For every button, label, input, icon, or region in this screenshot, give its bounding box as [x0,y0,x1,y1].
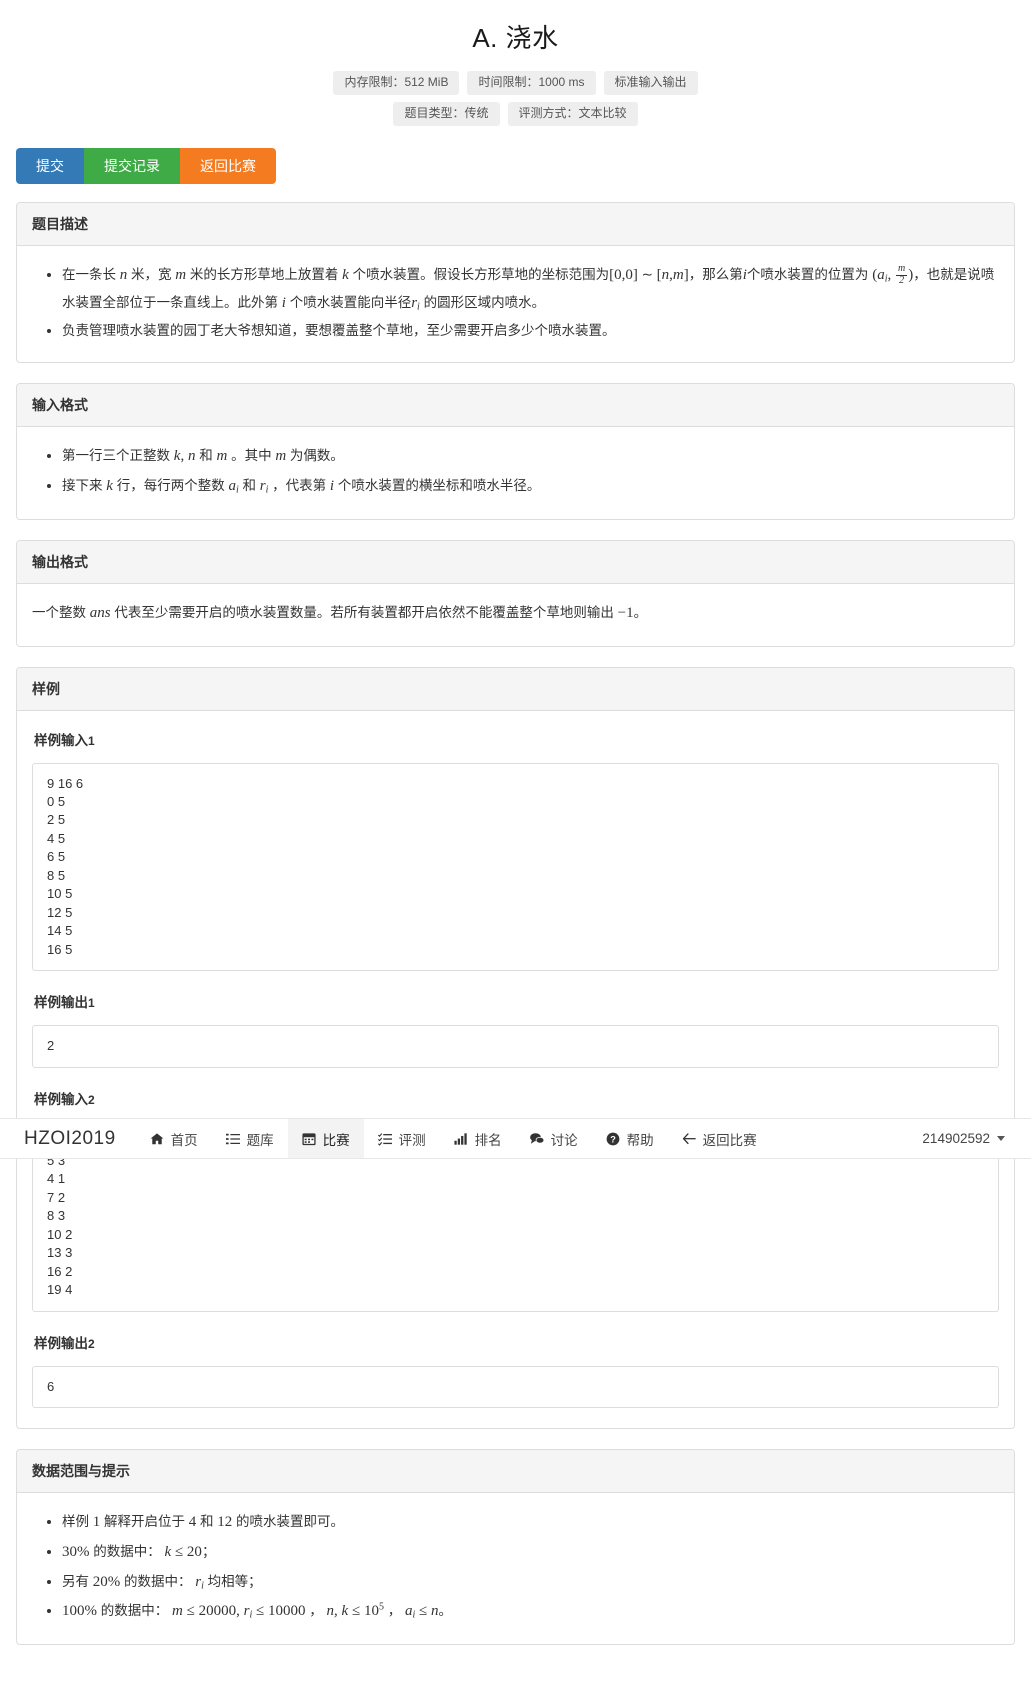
page-root: A. 浇水 内存限制：512 MiB 时间限制：1000 ms 标准输入输出 题… [0,0,1031,1695]
list-item: 30% 的数据中： k ≤ 20； [62,1539,999,1567]
status-badge: 时间限制：1000 ms [467,71,596,95]
panel-samples: 样例 样例输入1 9 16 6 0 5 2 5 4 5 6 5 8 5 10 5… [16,666,1015,1429]
back-to-contest-button[interactable]: 返回比赛 [180,147,276,184]
bar-chart-icon [454,1132,469,1146]
bottom-navbar: HZOI2019 首页 题库 比赛 评测 排名 讨论 ? 帮助 返回比赛 214… [0,1118,1031,1159]
panel-body: 第一行三个正整数 k, n 和 m 。其中 m 为偶数。 接下来 k 行，每行两… [17,427,1014,519]
submit-button[interactable]: 提交 [16,147,84,184]
list-item: 100% 的数据中： m ≤ 20000, ri ≤ 10000 ， n, k … [62,1598,999,1626]
nav-item-judge[interactable]: 评测 [364,1119,440,1158]
list-item: 接下来 k 行，每行两个整数 ai 和 ri ，代表第 i 个喷水装置的横坐标和… [62,473,999,501]
status-badge: 标准输入输出 [603,71,698,95]
arrow-left-icon [682,1132,697,1146]
nav-item-home[interactable]: 首页 [136,1119,212,1158]
list-item: 第一行三个正整数 k, n 和 m 。其中 m 为偶数。 [62,443,999,471]
sample-input-1-box: 9 16 6 0 5 2 5 4 5 6 5 8 5 10 5 12 5 14 … [32,762,999,972]
list-item: 样例 1 解释开启位于 4 和 12 的喷水装置即可。 [62,1509,999,1537]
panel-hints: 数据范围与提示 样例 1 解释开启位于 4 和 12 的喷水装置即可。 30% … [16,1449,1015,1645]
sample-label-index: 2 [88,1092,95,1107]
calendar-icon [302,1132,317,1146]
user-menu[interactable]: 214902592 [922,1119,1031,1158]
nav-item-discussion[interactable]: 讨论 [516,1119,592,1158]
problem-header: A. 浇水 内存限制：512 MiB 时间限制：1000 ms 标准输入输出 题… [8,0,1023,126]
sample-label-text: 样例输出 [34,995,88,1011]
home-icon [150,1132,165,1146]
status-badge: 题目类型：传统 [393,101,500,126]
sample-label-text: 样例输入 [34,1091,88,1107]
list-icon [225,1132,241,1146]
panel-title: 题目描述 [17,202,1014,246]
action-button-group: 提交 提交记录 返回比赛 [16,147,1023,184]
nav-item-label: 评测 [398,1132,426,1148]
nav-item-help[interactable]: ? 帮助 [592,1119,668,1158]
brand-logo[interactable]: HZOI2019 [0,1119,136,1158]
sample-output-1-label: 样例输出1 [34,991,999,1016]
chevron-down-icon [997,1136,1005,1141]
sample-output-1-box: 2 [32,1025,999,1068]
list-item: 另有 20% 的数据中： ri 均相等； [62,1569,999,1597]
panel-title: 输入格式 [17,384,1014,428]
nav-item-problemset[interactable]: 题库 [212,1119,288,1158]
sample-output-2-label: 样例输出2 [34,1332,999,1357]
sample-label-text: 样例输入 [34,732,88,748]
status-badge: 评测方式：文本比较 [507,101,638,126]
user-name-label: 214902592 [922,1131,990,1146]
panel-body: 一个整数 ans 代表至少需要开启的喷水装置数量。若所有装置都开启依然不能覆盖整… [17,584,1014,646]
status-badge: 内存限制：512 MiB [333,71,460,95]
nav-item-back-to-contest[interactable]: 返回比赛 [668,1119,771,1158]
panel-title: 样例 [17,667,1014,711]
comments-icon [529,1132,545,1146]
nav-item-contest[interactable]: 比赛 [287,1119,364,1158]
badge-row-top: 内存限制：512 MiB 时间限制：1000 ms 标准输入输出 [8,71,1023,95]
nav-item-label: 帮助 [626,1132,654,1148]
nav-item-ranking[interactable]: 排名 [440,1119,516,1158]
panel-body: 样例输入1 9 16 6 0 5 2 5 4 5 6 5 8 5 10 5 12… [17,711,1014,1428]
svg-text:?: ? [610,1134,616,1144]
panel-description: 题目描述 在一条长 n 米，宽 m 米的长方形草地上放置着 k 个喷水装置。假设… [16,201,1015,364]
badge-row-bottom: 题目类型：传统 评测方式：文本比较 [8,101,1023,126]
tasks-icon [377,1132,393,1146]
nav-item-label: 首页 [170,1132,198,1148]
sample-input-2-label: 样例输入2 [34,1088,999,1113]
sample-label-index: 1 [88,733,95,748]
panel-input-format: 输入格式 第一行三个正整数 k, n 和 m 。其中 m 为偶数。 接下来 k … [16,383,1015,520]
nav-item-label: 比赛 [322,1132,350,1148]
sample-label-index: 1 [88,996,95,1011]
output-format-text: 一个整数 ans 代表至少需要开启的喷水装置数量。若所有装置都开启依然不能覆盖整… [32,604,648,621]
panel-body: 样例 1 解释开启位于 4 和 12 的喷水装置即可。 30% 的数据中： k … [17,1493,1014,1644]
nav-item-label: 讨论 [550,1132,578,1148]
sample-label-text: 样例输出 [34,1335,88,1351]
question-circle-icon: ? [606,1132,621,1146]
sample-input-1-label: 样例输入1 [34,729,999,754]
nav-items: 首页 题库 比赛 评测 排名 讨论 ? 帮助 返回比赛 [136,1119,771,1158]
panel-title: 数据范围与提示 [17,1450,1014,1493]
nav-item-label: 排名 [474,1132,502,1148]
sample-output-2-box: 6 [32,1365,999,1408]
panel-body: 在一条长 n 米，宽 m 米的长方形草地上放置着 k 个喷水装置。假设长方形草地… [17,246,1014,362]
list-item: 在一条长 n 米，宽 m 米的长方形草地上放置着 k 个喷水装置。假设长方形草地… [62,262,999,318]
nav-item-label: 题库 [246,1132,274,1148]
list-item: 负责管理喷水装置的园丁老大爷想知道，要想覆盖整个草地，至少需要开启多少个喷水装置… [62,319,999,344]
page-title: A. 浇水 [472,23,559,53]
nav-item-label: 返回比赛 [702,1132,757,1148]
sample-label-index: 2 [88,1336,95,1351]
panel-output-format: 输出格式 一个整数 ans 代表至少需要开启的喷水装置数量。若所有装置都开启依然… [16,539,1015,647]
panel-title: 输出格式 [17,540,1014,584]
submission-records-button[interactable]: 提交记录 [84,147,180,184]
